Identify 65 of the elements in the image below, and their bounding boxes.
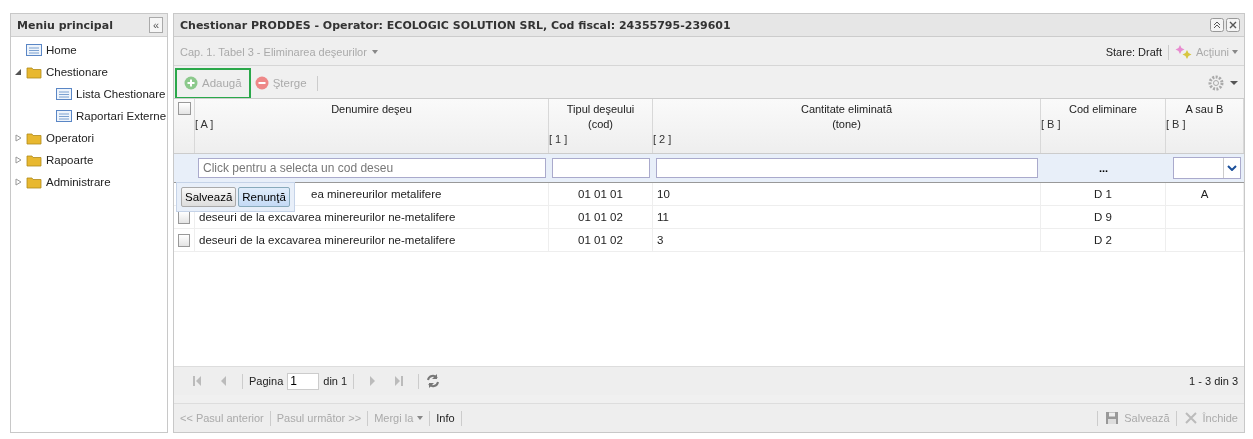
folder-icon (26, 153, 42, 167)
tree-item[interactable]: Administrare (26, 175, 111, 189)
code-picker-button[interactable]: ... (1041, 161, 1166, 175)
info-link[interactable]: Info (436, 412, 455, 424)
minus-icon (254, 76, 269, 90)
collapse-button[interactable]: « (148, 17, 163, 33)
table-cell: D 1 (1094, 188, 1112, 200)
table-cell: 01 01 02 (578, 234, 623, 246)
table-cell: D 2 (1094, 234, 1112, 246)
page-label: Pagina (249, 375, 284, 387)
row-checkbox[interactable] (178, 233, 190, 247)
table-cell: ea minereurilor metalifere (311, 188, 442, 200)
waste-code-field[interactable]: Click pentru a selecta un cod deseu (198, 158, 546, 178)
collapse-icon[interactable] (1210, 18, 1224, 32)
table-cell: D 9 (1094, 211, 1112, 223)
page-field[interactable]: 1 (287, 372, 320, 390)
column-header[interactable]: A sau B [ B ] (1166, 99, 1244, 153)
status-label: Stare: Draft (1105, 46, 1162, 58)
chevron-icon (1227, 165, 1237, 171)
folder-icon (26, 175, 42, 189)
collapsed-arrow-icon[interactable] (14, 178, 22, 186)
column-header[interactable]: Denumire deşeu [ A ] (195, 99, 549, 153)
sidebar-title: Meniu principal (17, 18, 113, 32)
collapsed-arrow-icon[interactable] (14, 156, 22, 164)
results-count: 1 - 3 din 3 (1189, 375, 1238, 387)
select-all-checkbox[interactable] (177, 102, 191, 115)
window-title: Chestionar PRODDES - Operator: ECOLOGIC SOLUTION SRL, Cod fiscal: 24355795-239601 (180, 18, 732, 32)
save-button[interactable]: Salvează (181, 187, 237, 207)
refresh-icon[interactable] (425, 373, 442, 389)
close-icon[interactable] (1226, 18, 1240, 32)
table-cell: 10 (657, 188, 670, 200)
table-cell: 11 (657, 211, 669, 223)
expanded-arrow-icon[interactable] (14, 68, 22, 76)
tree-item[interactable]: Operatori (26, 131, 94, 145)
folder-icon (26, 131, 42, 145)
list-icon (56, 87, 72, 101)
list-icon (26, 43, 42, 57)
column-header[interactable]: Cantitate eliminată (tone) [ 2 ] (653, 99, 1041, 153)
floppy-icon (1104, 411, 1121, 425)
table-cell: 01 01 02 (578, 211, 623, 223)
code-field[interactable] (552, 158, 650, 178)
table-cell: deseuri de la excavarea minereurilor ne-metalifere (199, 234, 456, 246)
last-page-icon[interactable] (394, 375, 405, 387)
page-count: din 1 (323, 375, 348, 387)
combo-field[interactable] (1173, 157, 1241, 179)
tree-item[interactable]: Home (26, 43, 77, 57)
table-cell: A (1200, 188, 1209, 200)
quantity-field[interactable] (656, 158, 1038, 178)
tree-item[interactable]: Chestionare (26, 65, 108, 79)
plus-icon (184, 76, 198, 90)
table-cell: 01 01 01 (578, 188, 623, 200)
folder-icon (26, 65, 42, 79)
tree-item[interactable]: Raportari Externe (56, 109, 167, 123)
column-header[interactable]: Cod eliminare [ B ] (1041, 99, 1166, 153)
collapsed-arrow-icon[interactable] (14, 134, 22, 142)
tree-item[interactable]: Rapoarte (26, 153, 94, 167)
table-cell: deseuri de la excavarea minereurilor ne-metalifere (199, 211, 456, 223)
first-page-icon[interactable] (192, 375, 202, 387)
column-header[interactable]: Tipul deşeului (cod) [ 1 ] (549, 99, 653, 153)
settings-icon[interactable] (1208, 75, 1224, 91)
tree-item[interactable]: Lista Chestionare (56, 87, 166, 101)
cancel-button[interactable]: Renunţă (238, 187, 290, 207)
list-icon (56, 109, 72, 123)
table-cell: 3 (657, 234, 664, 246)
sparkle-icon (1174, 44, 1193, 60)
